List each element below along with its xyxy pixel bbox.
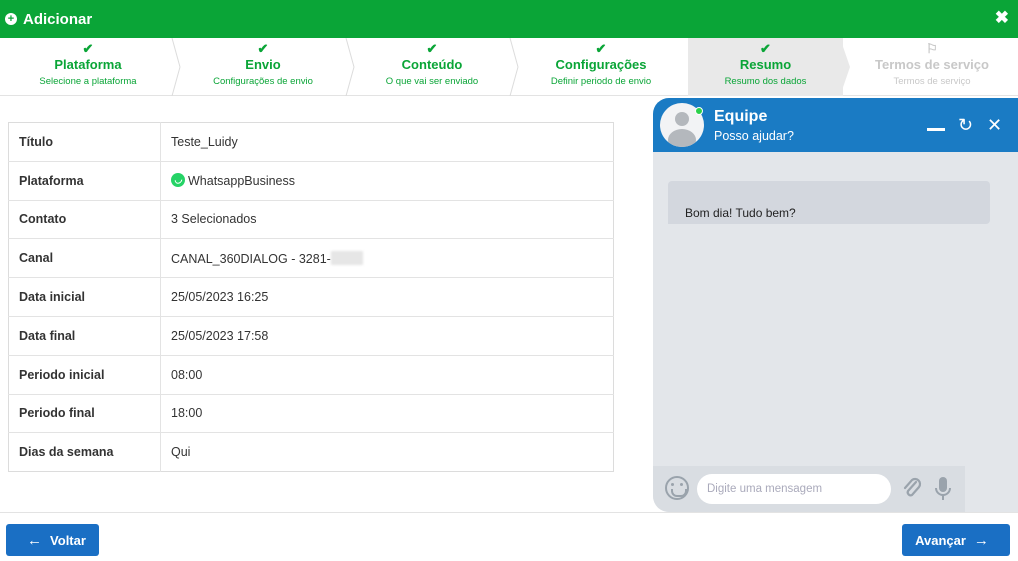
row-label: Dias da semana	[8, 432, 161, 472]
step-conteudo[interactable]: ✔ Conteúdo O que vai ser enviado	[350, 38, 514, 96]
table-row: Contato 3 Selecionados	[8, 200, 614, 240]
step-subtitle: O que vai ser enviado	[385, 76, 479, 87]
next-button[interactable]: Avançar →	[902, 524, 1010, 556]
step-subtitle: Configurações de envio	[213, 76, 313, 87]
close-icon[interactable]: ✖	[995, 8, 1009, 28]
add-modal: + Adicionar ✖ ✔ Plataforma Selecione a p…	[0, 0, 1018, 561]
paperclip-icon[interactable]	[902, 476, 922, 500]
chat-composer	[653, 466, 965, 512]
row-label: Canal	[8, 238, 161, 279]
table-row: Dias da semana Qui	[8, 432, 614, 472]
table-row: Plataforma WhatsappBusiness	[8, 161, 614, 201]
chat-title: Equipe	[714, 108, 768, 125]
step-name: Conteúdo	[401, 57, 463, 72]
chat-message-bubble: Bom dia! Tudo bem?	[668, 181, 990, 224]
row-label: Periodo final	[8, 394, 161, 434]
step-subtitle: Selecione a plataforma	[39, 76, 137, 87]
row-value: Qui	[171, 445, 191, 460]
step-subtitle: Definir periodo de envio	[550, 76, 652, 87]
row-label: Data inicial	[8, 277, 161, 317]
check-icon: ✔	[82, 41, 94, 56]
microphone-icon[interactable]	[933, 476, 953, 502]
arrow-left-icon: ←	[27, 531, 43, 549]
row-value: 08:00	[160, 355, 614, 395]
platform-value: WhatsappBusiness	[188, 174, 296, 189]
wizard-steps: ✔ Plataforma Selecione a plataforma ✔ En…	[0, 38, 1018, 96]
row-label: Contato	[8, 200, 161, 240]
step-name: Plataforma	[54, 57, 122, 72]
chat-subtitle: Posso ajudar?	[714, 129, 794, 143]
minimize-icon[interactable]	[927, 114, 945, 131]
step-subtitle: Resumo dos dados	[724, 76, 807, 87]
row-value: WhatsappBusiness	[160, 161, 614, 201]
row-value: CANAL_360DIALOG - 3281-	[160, 238, 614, 279]
back-button-label: Voltar	[50, 532, 86, 548]
row-value: 25/05/2023 16:25	[160, 277, 614, 317]
redacted-block	[330, 250, 363, 265]
step-name: Envio	[245, 57, 281, 72]
footer-divider	[0, 512, 1018, 513]
row-label: Periodo inicial	[8, 355, 161, 395]
back-button[interactable]: ← Voltar	[6, 524, 99, 556]
table-row: Periodo inicial 08:00	[8, 355, 614, 395]
message-input[interactable]	[697, 474, 891, 504]
modal-title: Adicionar	[23, 10, 93, 28]
chat-header: Equipe Posso ajudar? ↻ ✕	[653, 98, 1018, 152]
check-icon: ✔	[426, 41, 438, 56]
row-value: 18:00	[160, 394, 614, 434]
row-label: Título	[8, 122, 161, 162]
table-row: Data inicial 25/05/2023 16:25	[8, 277, 614, 317]
online-status-dot	[695, 107, 703, 115]
check-icon: ✔	[595, 41, 607, 56]
next-button-label: Avançar	[915, 532, 966, 548]
summary-table: Título Teste_Luidy Plataforma WhatsappBusi…	[8, 122, 614, 473]
chat-widget: Equipe Posso ajudar? ↻ ✕ Bom dia! Tudo b…	[653, 98, 1018, 512]
row-value: 25/05/2023 17:58	[160, 316, 614, 356]
emoji-icon[interactable]	[665, 476, 689, 500]
whatsapp-icon	[171, 173, 185, 188]
plus-circle-icon: +	[5, 13, 17, 25]
check-icon: ✔	[760, 41, 771, 56]
step-resumo[interactable]: ✔ Resumo Resumo dos dados	[688, 38, 843, 96]
arrow-right-icon: →	[973, 531, 989, 549]
row-label: Data final	[8, 316, 161, 356]
table-row: Data final 25/05/2023 17:58	[8, 316, 614, 356]
step-plataforma[interactable]: ✔ Plataforma Selecione a plataforma	[0, 38, 176, 96]
check-icon: ✔	[257, 41, 269, 56]
step-name: Resumo	[739, 57, 792, 72]
modal-header: + Adicionar ✖	[0, 0, 1018, 38]
close-icon[interactable]: ✕	[987, 116, 1002, 134]
table-row: Título Teste_Luidy	[8, 122, 614, 162]
table-row: Periodo final 18:00	[8, 394, 614, 434]
row-label: Plataforma	[8, 161, 161, 201]
step-subtitle: Termos de serviço	[893, 76, 971, 87]
flag-icon: ⚐	[926, 41, 938, 56]
refresh-icon[interactable]: ↻	[958, 116, 973, 134]
step-name: Termos de serviço	[875, 57, 989, 72]
step-termos: ⚐ Termos de serviço Termos de serviço	[848, 38, 1016, 96]
step-name: Configurações	[555, 57, 647, 72]
row-value: 3 Selecionados	[160, 200, 614, 240]
table-row: Canal CANAL_360DIALOG - 3281-	[8, 238, 614, 279]
channel-value: CANAL_360DIALOG - 3281-	[171, 251, 331, 266]
row-value: Teste_Luidy	[160, 122, 614, 162]
step-envio[interactable]: ✔ Envio Configurações de envio	[176, 38, 350, 96]
step-configuracoes[interactable]: ✔ Configurações Definir periodo de envio	[514, 38, 688, 96]
